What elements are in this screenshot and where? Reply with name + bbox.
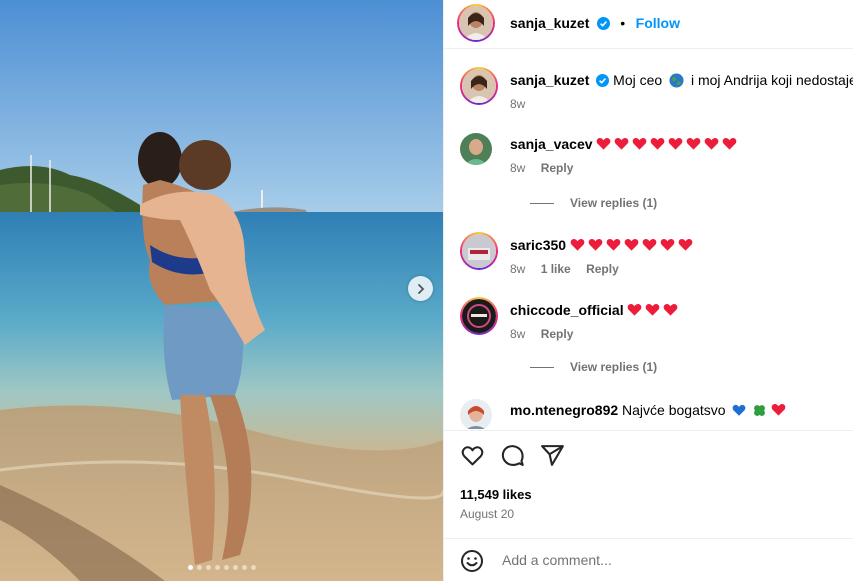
red-heart-emoji-icon — [678, 238, 693, 251]
red-heart-emoji-icon — [651, 137, 665, 150]
comment-username[interactable]: mo.ntenegro892 — [510, 402, 618, 418]
carousel-dot — [196, 565, 202, 570]
comment-time: 8w — [510, 262, 526, 276]
carousel-dot — [250, 565, 256, 570]
red-heart-emoji-icon — [606, 238, 621, 251]
carousel-dot — [223, 565, 229, 570]
header-separator: • — [620, 15, 626, 31]
comment-username[interactable]: sanja_vacev — [510, 136, 593, 152]
carousel-dot — [214, 565, 220, 570]
carousel-dots — [0, 565, 443, 570]
red-heart-emoji-icon — [664, 303, 678, 316]
comment-likes[interactable]: 1 like — [541, 262, 571, 276]
carousel-dot — [187, 565, 193, 570]
red-heart-emoji-icon — [633, 137, 647, 150]
comment-username[interactable]: saric350 — [510, 237, 566, 253]
comment-bubble-icon[interactable] — [500, 443, 525, 468]
add-comment-input[interactable] — [500, 551, 834, 569]
add-comment-bar — [444, 538, 853, 582]
red-heart-emoji-icon — [771, 403, 786, 416]
post-side-panel: sanja_kuzet • Follow sanja_kuzet Moj ceo — [443, 0, 853, 581]
caption-text-rest: i moj Andrija koji nedostaje.. — [690, 72, 853, 88]
commenter-avatar[interactable] — [460, 232, 498, 270]
comment-time: 8w — [510, 161, 526, 175]
reply-button[interactable]: Reply — [541, 327, 574, 341]
red-heart-emoji-icon — [615, 137, 629, 150]
red-heart-emoji-icon — [597, 137, 611, 150]
red-heart-emoji-icon — [660, 238, 675, 251]
four-leaf-clover-emoji-icon — [754, 405, 766, 416]
carousel-dot — [232, 565, 238, 570]
carousel-dot — [205, 565, 211, 570]
red-heart-emoji-icon — [669, 137, 683, 150]
likes-count[interactable]: 11,549 likes — [460, 487, 532, 502]
verified-badge-icon — [596, 17, 610, 30]
carousel-dot — [241, 565, 247, 570]
view-replies-label: View replies (1) — [570, 196, 658, 210]
paper-plane-icon[interactable] — [540, 443, 565, 468]
red-heart-emoji-icon — [723, 137, 737, 150]
reply-button[interactable]: Reply — [586, 262, 619, 276]
post-header: sanja_kuzet • Follow — [444, 0, 853, 49]
post-photo[interactable] — [0, 0, 443, 581]
comment-text: Najvće bogatsvo — [622, 402, 726, 418]
reply-button[interactable]: Reply — [541, 161, 574, 175]
heart-outline-icon[interactable] — [460, 443, 485, 468]
view-replies-label: View replies (1) — [570, 360, 658, 374]
red-heart-emoji-icon — [570, 238, 585, 251]
divider-line — [530, 366, 554, 368]
comment-username[interactable]: chiccode_official — [510, 302, 624, 318]
follow-button[interactable]: Follow — [636, 15, 680, 31]
smiley-icon[interactable] — [460, 549, 484, 573]
caption-text: Moj ceo — [613, 72, 663, 88]
heart-emojis — [627, 302, 681, 318]
verified-badge-icon — [596, 74, 610, 87]
commenter-avatar[interactable] — [460, 399, 492, 429]
divider-line — [530, 202, 554, 204]
red-heart-emoji-icon — [646, 303, 660, 316]
heart-emojis — [771, 402, 789, 418]
red-heart-emoji-icon — [628, 303, 642, 316]
red-heart-emoji-icon — [624, 238, 639, 251]
red-heart-emoji-icon — [687, 137, 701, 150]
caption-time: 8w — [510, 97, 526, 111]
comment-time: 8w — [510, 327, 526, 341]
red-heart-emoji-icon — [705, 137, 719, 150]
beach-photo-image — [0, 0, 443, 581]
caption-username[interactable]: sanja_kuzet — [510, 72, 589, 88]
author-username[interactable]: sanja_kuzet — [510, 15, 589, 31]
author-avatar[interactable] — [457, 4, 495, 42]
carousel-next-button[interactable] — [408, 276, 433, 301]
heart-emojis — [570, 237, 696, 253]
comments-list[interactable]: sanja_kuzet Moj ceo i moj Andrija koji n… — [444, 49, 853, 429]
chevron-right-icon — [417, 283, 424, 294]
red-heart-emoji-icon — [588, 238, 603, 251]
caption-avatar[interactable] — [460, 67, 498, 105]
red-heart-emoji-icon — [642, 238, 657, 251]
view-replies-button[interactable]: View replies (1) — [530, 196, 657, 210]
commenter-avatar[interactable] — [460, 297, 498, 335]
globe-emoji-icon — [669, 73, 684, 88]
view-replies-button[interactable]: View replies (1) — [530, 360, 657, 374]
blue-heart-emoji-icon — [733, 404, 746, 416]
post-date: August 20 — [460, 507, 515, 521]
heart-emojis — [596, 136, 740, 152]
commenter-avatar[interactable] — [460, 133, 492, 165]
post-actions: 11,549 likes August 20 — [444, 430, 853, 581]
